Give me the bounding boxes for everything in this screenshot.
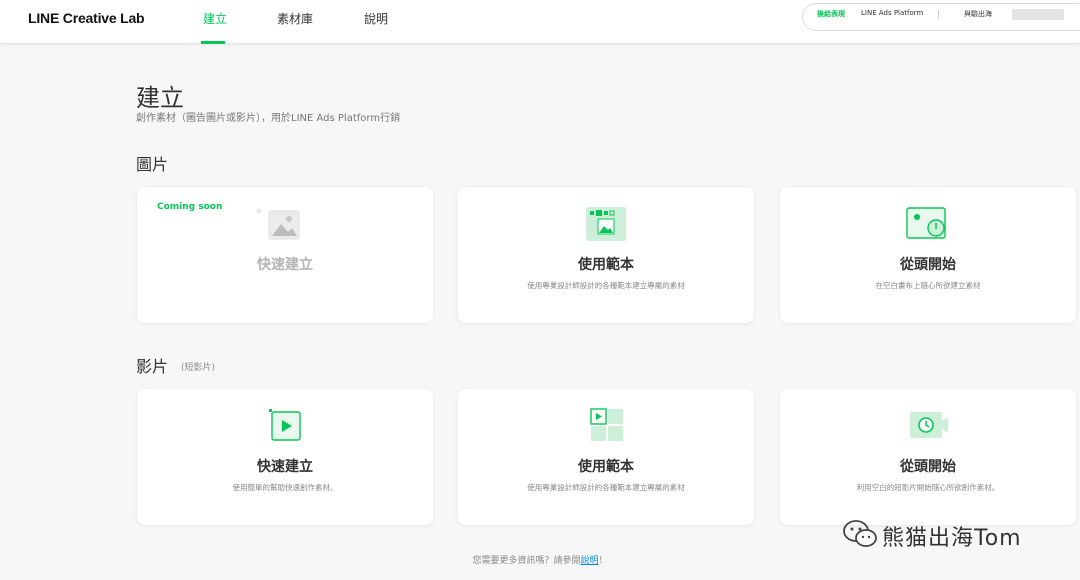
account-name[interactable]: 與驗出海 xyxy=(964,9,992,19)
account-link-ads-platform[interactable]: LINE Ads Platform xyxy=(861,9,923,17)
coming-soon-badge: Coming soon xyxy=(157,202,223,212)
template-icon xyxy=(586,207,626,241)
card-title: 快速建立 xyxy=(257,459,313,475)
card-description: 使用簡單的幫助快速創作素材。 xyxy=(232,483,338,492)
wechat-logo-icon xyxy=(843,520,877,547)
watermark-text: 熊猫出海Tom xyxy=(882,526,1022,551)
card-image-use-template[interactable]: 使用範本 使用專業設計師設計的各種範本建立專屬的素材 xyxy=(458,187,754,323)
brand-logo[interactable]: LINE Creative Lab xyxy=(28,10,145,26)
video-play-icon xyxy=(269,409,301,441)
section-title-images: 圖片 xyxy=(136,155,169,174)
nav-tab-library[interactable]: 素材庫 xyxy=(277,10,313,27)
video-template-icon xyxy=(590,408,623,441)
help-footer: 您需要更多資訊嗎？請參閱說明！ xyxy=(0,553,1080,566)
account-divider xyxy=(938,10,939,19)
help-link[interactable]: 說明 xyxy=(580,556,598,566)
account-id-redacted xyxy=(1012,9,1064,20)
card-description: 在空白畫布上隨心所欲建立素材 xyxy=(875,281,981,290)
top-navigation-bar: LINE Creative Lab 建立 素材庫 說明 後給表現 LINE Ad… xyxy=(0,0,1080,44)
section-note-short-video: (短影片) xyxy=(181,363,216,373)
card-description: 利用空白的短影片開始隨心所欲創作素材。 xyxy=(856,483,1000,492)
footer-end: ！ xyxy=(598,556,608,566)
card-image-from-scratch[interactable]: 從頭開始 在空白畫布上隨心所欲建立素材 xyxy=(780,187,1076,323)
card-title: 使用範本 xyxy=(578,459,634,475)
active-tab-indicator xyxy=(201,41,225,44)
card-video-from-scratch[interactable]: 從頭開始 利用空白的短影片開始隨心所欲創作素材。 xyxy=(780,389,1076,525)
watermark: 熊猫出海Tom xyxy=(838,514,1058,554)
footer-text: 您需要更多資訊嗎？請參閱 xyxy=(472,556,581,566)
video-camera-icon xyxy=(910,412,948,438)
account-link-performance[interactable]: 後給表現 xyxy=(817,9,845,19)
card-title: 從頭開始 xyxy=(900,257,956,273)
card-description: 使用專業設計師設計的各種範本建立專屬的素材 xyxy=(527,281,685,290)
page-title: 建立 xyxy=(136,84,184,112)
card-title: 從頭開始 xyxy=(900,459,956,475)
section-title-videos: 影片 xyxy=(136,357,169,376)
card-image-quick-create: Coming soon 快速建立 xyxy=(137,187,433,323)
blank-canvas-icon xyxy=(906,207,946,239)
card-description: 使用專業設計師設計的各種範本建立專屬的素材 xyxy=(527,483,685,492)
card-title: 快速建立 xyxy=(257,257,313,273)
card-video-use-template[interactable]: 使用範本 使用專業設計師設計的各種範本建立專屬的素材 xyxy=(458,389,754,525)
page-subtitle: 創作素材（圖告圖片或影片），用於LINE Ads Platform行銷 xyxy=(136,113,401,124)
nav-tab-create[interactable]: 建立 xyxy=(203,10,227,27)
nav-tab-help[interactable]: 說明 xyxy=(364,10,388,27)
card-title: 使用範本 xyxy=(578,257,634,273)
card-video-quick-create[interactable]: 快速建立 使用簡單的幫助快速創作素材。 xyxy=(137,389,433,525)
image-icon xyxy=(257,209,300,240)
